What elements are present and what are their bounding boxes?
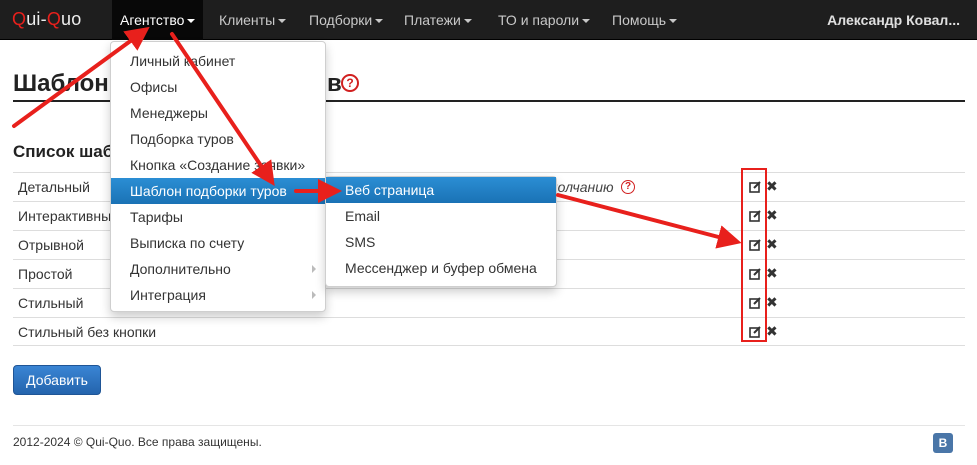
menu-item-label: Интеграция <box>130 287 206 303</box>
brand-letters: uo <box>61 9 82 29</box>
caret-down-icon <box>669 19 678 23</box>
submenu-item-sms[interactable]: SMS <box>326 229 556 255</box>
menu-item-integration[interactable]: Интеграция <box>111 282 325 308</box>
caret-down-icon <box>187 19 196 23</box>
menu-item-request-button[interactable]: Кнопка «Создание заявки» <box>111 152 325 178</box>
nav-label: Подборки <box>309 12 373 28</box>
user-name: Александр Ковал... <box>827 12 960 28</box>
add-button[interactable]: Добавить <box>13 365 101 395</box>
delete-icon[interactable]: ✖ <box>766 208 778 222</box>
nav-label: Платежи <box>404 12 461 28</box>
help-icon[interactable]: ? <box>341 74 359 92</box>
brand-letters: ui- <box>26 9 47 29</box>
delete-icon[interactable]: ✖ <box>766 266 778 280</box>
chevron-right-icon <box>312 291 316 299</box>
navbar: Qui-Quo Агентство Клиенты Подборки Плате… <box>0 0 977 40</box>
template-submenu: Веб страница Email SMS Мессенджер и буфе… <box>325 176 557 287</box>
delete-icon[interactable]: ✖ <box>766 179 778 193</box>
nav-label: Клиенты <box>219 12 276 28</box>
nav-passwords[interactable]: ТО и пароли <box>490 0 598 40</box>
menu-item-personal-account[interactable]: Личный кабинет <box>111 48 325 74</box>
page-title-left: Шаблон <box>13 70 109 97</box>
agency-dropdown: Личный кабинет Офисы Менеджеры Подборка … <box>110 41 326 312</box>
vk-icon[interactable]: B <box>933 433 953 453</box>
template-name: Интерактивны <box>18 208 112 224</box>
brand-letter: Q <box>12 9 27 29</box>
template-name: Простой <box>18 266 73 282</box>
submenu-item-messenger[interactable]: Мессенджер и буфер обмена <box>326 255 556 281</box>
menu-item-additional[interactable]: Дополнительно <box>111 256 325 282</box>
nav-help[interactable]: Помощь <box>604 0 685 40</box>
brand-letter: Q <box>46 9 62 29</box>
delete-icon[interactable]: ✖ <box>766 295 778 309</box>
nav-label: ТО и пароли <box>498 12 580 28</box>
user-menu[interactable]: Александр Ковал... <box>827 0 960 40</box>
help-icon[interactable]: ? <box>621 180 635 194</box>
template-name: Стильный без кнопки <box>18 324 157 340</box>
submenu-item-email[interactable]: Email <box>326 203 556 229</box>
brand-logo[interactable]: Qui-Quo <box>12 9 81 30</box>
footer-divider <box>13 425 965 426</box>
nav-label: Агентство <box>120 12 185 28</box>
template-name: Стильный <box>18 295 84 311</box>
nav-payments[interactable]: Платежи <box>396 0 480 40</box>
menu-item-managers[interactable]: Менеджеры <box>111 100 325 126</box>
caret-down-icon <box>375 19 384 23</box>
template-name: Отрывной <box>18 237 84 253</box>
default-note: молчанию <box>548 173 614 202</box>
nav-selections[interactable]: Подборки <box>301 0 391 40</box>
menu-item-tariffs[interactable]: Тарифы <box>111 204 325 230</box>
menu-item-label: Дополнительно <box>130 261 231 277</box>
nav-label: Помощь <box>612 12 667 28</box>
caret-down-icon <box>582 19 591 23</box>
nav-clients[interactable]: Клиенты <box>211 0 294 40</box>
default-note-text: молчанию <box>548 179 614 195</box>
delete-icon[interactable]: ✖ <box>766 324 778 338</box>
caret-down-icon <box>463 19 472 23</box>
menu-item-account-statement[interactable]: Выписка по счету <box>111 230 325 256</box>
chevron-right-icon <box>312 265 316 273</box>
section-title: Список шаб <box>13 142 114 161</box>
highlight-box <box>741 168 767 342</box>
submenu-item-web-page[interactable]: Веб страница <box>326 177 556 203</box>
footer-copyright: 2012-2024 © Qui-Quo. Все права защищены. <box>13 435 262 449</box>
page-title-right: в <box>327 70 342 97</box>
menu-item-selection-template[interactable]: Шаблон подборки туров <box>111 178 325 204</box>
menu-item-tour-selection[interactable]: Подборка туров <box>111 126 325 152</box>
caret-down-icon <box>278 19 287 23</box>
delete-icon[interactable]: ✖ <box>766 237 778 251</box>
menu-item-label: Шаблон подборки туров <box>130 183 287 199</box>
nav-agency[interactable]: Агентство <box>112 0 204 40</box>
template-name: Детальный <box>18 179 90 195</box>
menu-item-offices[interactable]: Офисы <box>111 74 325 100</box>
table-row: Стильный без кнопки ✖ <box>13 317 965 346</box>
